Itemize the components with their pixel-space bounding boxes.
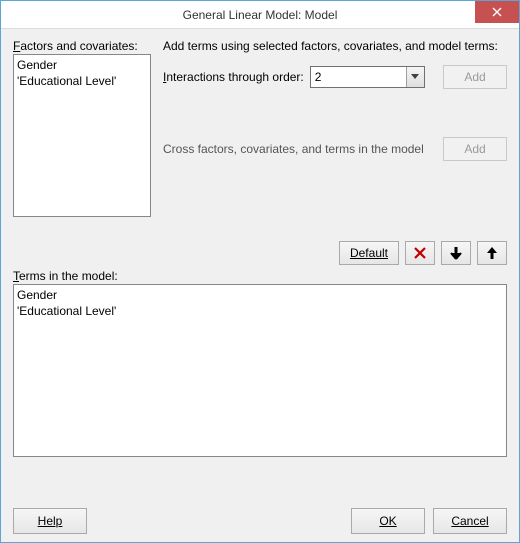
terms-block: Terms in the model: Gender 'Educational … — [13, 269, 507, 478]
close-icon — [492, 7, 502, 17]
cross-row: Cross factors, covariates, and terms in … — [163, 137, 507, 161]
default-button[interactable]: Default — [339, 241, 399, 265]
factors-block: Factors and covariates: Gender 'Educatio… — [13, 39, 151, 217]
interactions-row: Interactions through order: 2 Add — [163, 65, 507, 89]
dialog-body: Factors and covariates: Gender 'Educatio… — [1, 29, 519, 542]
add-terms-panel: Add terms using selected factors, covari… — [163, 39, 507, 217]
terms-toolbar: Default — [13, 241, 507, 265]
interactions-label: Interactions through order: — [163, 70, 304, 84]
instructions-text: Add terms using selected factors, covari… — [163, 39, 507, 53]
dropdown-button[interactable] — [406, 67, 424, 87]
list-item[interactable]: Gender — [17, 57, 147, 73]
move-up-button[interactable] — [477, 241, 507, 265]
factors-label: Factors and covariates: — [13, 39, 151, 53]
dialog-window: General Linear Model: Model Factors and … — [0, 0, 520, 543]
factors-listbox[interactable]: Gender 'Educational Level' — [13, 54, 151, 217]
window-title: General Linear Model: Model — [1, 8, 519, 22]
title-bar: General Linear Model: Model — [1, 1, 519, 29]
dropdown-value: 2 — [311, 70, 406, 84]
top-area: Factors and covariates: Gender 'Educatio… — [13, 39, 507, 217]
arrow-down-icon — [450, 246, 462, 260]
list-item[interactable]: 'Educational Level' — [17, 73, 147, 89]
help-button[interactable]: Help — [13, 508, 87, 534]
add-interactions-button[interactable]: Add — [443, 65, 507, 89]
cancel-button[interactable]: Cancel — [433, 508, 507, 534]
list-item[interactable]: Gender — [17, 287, 503, 303]
move-down-button[interactable] — [441, 241, 471, 265]
terms-listbox[interactable]: Gender 'Educational Level' — [13, 284, 507, 457]
list-item[interactable]: 'Educational Level' — [17, 303, 503, 319]
close-button[interactable] — [475, 1, 519, 23]
ok-button[interactable]: OK — [351, 508, 425, 534]
cross-label: Cross factors, covariates, and terms in … — [163, 142, 424, 156]
terms-label: Terms in the model: — [13, 269, 507, 283]
add-cross-button[interactable]: Add — [443, 137, 507, 161]
delete-term-button[interactable] — [405, 241, 435, 265]
chevron-down-icon — [411, 74, 419, 80]
delete-x-icon — [414, 247, 426, 259]
arrow-up-icon — [486, 246, 498, 260]
interactions-order-dropdown[interactable]: 2 — [310, 66, 425, 88]
dialog-footer: Help OK Cancel — [13, 478, 507, 534]
